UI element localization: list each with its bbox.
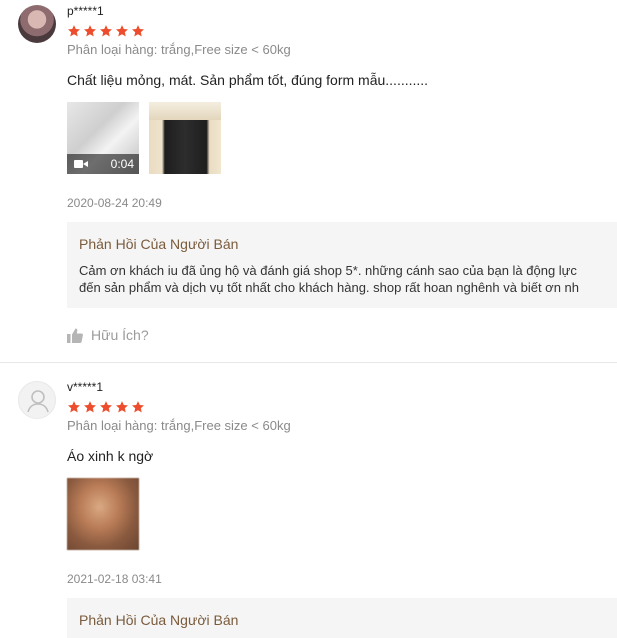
- star-rating: [67, 400, 145, 414]
- star-icon: [132, 401, 144, 413]
- star-icon: [116, 401, 128, 413]
- seller-reply-title: Phản Hồi Của Người Bán: [79, 612, 239, 628]
- review-photo[interactable]: [67, 478, 139, 550]
- seller-reply: Phản Hồi Của Người Bán: [67, 598, 617, 638]
- review-item: v*****1 Phân loại hàng: trắng,Free size …: [0, 0, 617, 638]
- star-icon: [68, 401, 80, 413]
- reviewer-username: v*****1: [67, 380, 104, 394]
- user-icon: [27, 390, 49, 413]
- product-variant: Phân loại hàng: trắng,Free size < 60kg: [67, 418, 291, 433]
- review-comment: Áo xinh k ngờ: [67, 448, 154, 464]
- star-icon: [84, 401, 96, 413]
- star-icon: [100, 401, 112, 413]
- avatar[interactable]: [18, 381, 56, 419]
- review-timestamp: 2021-02-18 03:41: [67, 572, 162, 586]
